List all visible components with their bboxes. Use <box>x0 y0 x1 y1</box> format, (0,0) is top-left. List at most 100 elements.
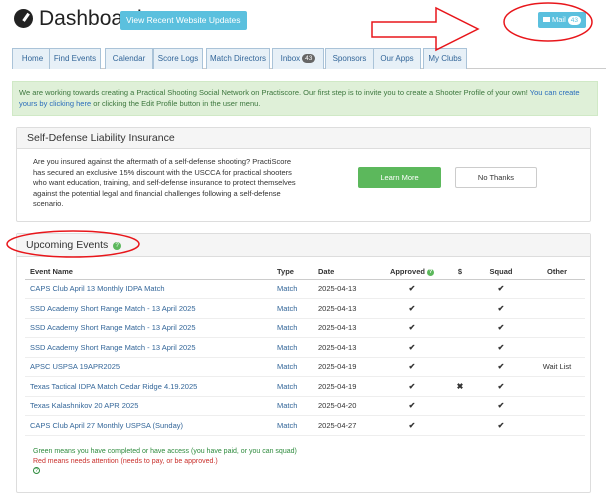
help-icon[interactable]: ? <box>113 242 122 250</box>
col-squad: Squad <box>473 265 529 280</box>
legend-green-word: Green <box>33 448 53 455</box>
profile-alert: We are working towards creating a Practi… <box>12 81 598 116</box>
event-type-link[interactable]: Match <box>272 279 313 299</box>
event-name-link[interactable]: CAPS Club April 27 Monthly USPSA (Sunday… <box>25 415 272 436</box>
paid-status-icon: ✖ <box>447 376 473 397</box>
col-event-name: Event Name <box>25 265 272 280</box>
upcoming-events-panel: Upcoming Events ? Event Name Type Date A… <box>16 233 591 493</box>
col-paid: $ <box>447 265 473 280</box>
squad-status-icon: ✔ <box>473 396 529 416</box>
approved-status-icon: ✔ <box>377 279 447 299</box>
table-row[interactable]: CAPS Club April 13 Monthly IDPA Match Mat… <box>25 279 585 299</box>
event-name-link[interactable]: APSC USPSA 19APR2025 <box>25 357 272 377</box>
event-name-link[interactable]: SSD Academy Short Range Match - 13 April… <box>25 298 272 319</box>
table-row[interactable]: APSC USPSA 19APR2025 Match 2025-04-19 ✔ ✔ Wai… <box>25 357 585 377</box>
approved-status-icon: ✔ <box>377 415 447 436</box>
event-date: 2025-04-13 <box>313 279 377 299</box>
event-date: 2025-04-19 <box>313 357 377 377</box>
page-header: Dashboard View Recent Website Updates Ma… <box>0 0 606 40</box>
approved-status-icon: ✔ <box>377 396 447 416</box>
event-date: 2025-04-13 <box>313 298 377 319</box>
event-type-link[interactable]: Match <box>272 318 313 338</box>
tab-label: Sponsors <box>332 54 367 63</box>
tab-label: Match Directors <box>209 54 266 63</box>
tab-inbox[interactable]: Inbox 43 <box>272 48 324 69</box>
event-type-link[interactable]: Match <box>272 337 313 358</box>
paid-status-icon <box>447 415 473 436</box>
table-row[interactable]: SSD Academy Short Range Match - 13 April… <box>25 318 585 338</box>
event-type-link[interactable]: Match <box>272 376 313 397</box>
other-status <box>529 376 585 397</box>
event-type-link[interactable]: Match <box>272 357 313 377</box>
tab-label: Calendar <box>112 54 146 63</box>
tab-find-events[interactable]: Find Events <box>49 48 101 69</box>
other-status <box>529 318 585 338</box>
paid-status-icon <box>447 357 473 377</box>
status-legend: Green means you have completed or have a… <box>33 447 297 476</box>
squad-status-icon: ✔ <box>473 298 529 319</box>
mail-label: Mail <box>552 15 566 24</box>
tab-sponsors[interactable]: Sponsors <box>325 48 374 69</box>
paid-status-icon <box>447 298 473 319</box>
other-status <box>529 415 585 436</box>
event-name-link[interactable]: SSD Academy Short Range Match - 13 April… <box>25 337 272 358</box>
table-row[interactable]: Texas Kalashnikov 20 APR 2025 Match 2025-0… <box>25 396 585 416</box>
view-updates-button[interactable]: View Recent Website Updates <box>120 11 247 30</box>
approved-status-icon: ✔ <box>377 318 447 338</box>
tab-label: Our Apps <box>380 54 414 63</box>
table-row[interactable]: SSD Academy Short Range Match - 13 April… <box>25 298 585 319</box>
tab-label: Find Events <box>53 54 97 63</box>
insurance-title: Self-Defense Liability Insurance <box>17 128 590 149</box>
squad-status-icon: ✔ <box>473 415 529 436</box>
no-thanks-button[interactable]: No Thanks <box>455 167 537 188</box>
tab-label: Score Logs <box>157 54 199 63</box>
other-status: Wait List <box>529 357 585 377</box>
event-date: 2025-04-27 <box>313 415 377 436</box>
tab-score-logs[interactable]: Score Logs <box>153 48 203 69</box>
alert-text: We are working towards creating a Practi… <box>19 88 530 97</box>
inbox-count-badge: 43 <box>302 54 316 63</box>
event-date: 2025-04-20 <box>313 396 377 416</box>
approved-status-icon: ✔ <box>377 376 447 397</box>
event-date: 2025-04-13 <box>313 337 377 358</box>
table-row[interactable]: Texas Tactical IDPA Match Cedar Ridge 4.… <box>25 376 585 397</box>
tab-calendar[interactable]: Calendar <box>105 48 153 69</box>
paid-status-icon <box>447 279 473 299</box>
table-row[interactable]: CAPS Club April 27 Monthly USPSA (Sunday… <box>25 415 585 436</box>
learn-more-button[interactable]: Learn More <box>358 167 441 188</box>
tab-my-clubs[interactable]: My Clubs <box>423 48 467 69</box>
event-date: 2025-04-19 <box>313 376 377 397</box>
event-type-link[interactable]: Match <box>272 396 313 416</box>
col-date: Date <box>313 265 377 280</box>
event-name-link[interactable]: Texas Tactical IDPA Match Cedar Ridge 4.… <box>25 376 272 397</box>
envelope-icon <box>543 17 550 22</box>
mail-button[interactable]: Mail 43 <box>538 12 586 28</box>
tab-match-directors[interactable]: Match Directors <box>206 48 270 69</box>
tab-label: Home <box>21 54 44 63</box>
help-icon[interactable]: ? <box>33 467 40 474</box>
approved-status-icon: ✔ <box>377 298 447 319</box>
other-status <box>529 396 585 416</box>
legend-red-text: means needs attention (needs to pay, or … <box>45 457 218 465</box>
squad-status-icon: ✔ <box>473 279 529 299</box>
tab-our-apps[interactable]: Our Apps <box>373 48 421 69</box>
tab-home[interactable]: Home <box>12 48 53 69</box>
event-name-link[interactable]: CAPS Club April 13 Monthly IDPA Match <box>25 279 272 299</box>
event-name-link[interactable]: SSD Academy Short Range Match - 13 April… <box>25 318 272 338</box>
col-other: Other <box>529 265 585 280</box>
alert-text-end: or clicking the Edit Profile button in t… <box>91 99 261 108</box>
approved-status-icon: ✔ <box>377 357 447 377</box>
other-status <box>529 298 585 319</box>
col-approved: Approved ? <box>377 265 447 280</box>
event-type-link[interactable]: Match <box>272 415 313 436</box>
table-row[interactable]: SSD Academy Short Range Match - 13 April… <box>25 337 585 358</box>
upcoming-events-heading: Upcoming Events ? <box>17 234 590 257</box>
paid-status-icon <box>447 318 473 338</box>
help-icon[interactable]: ? <box>427 269 435 277</box>
insurance-panel: Self-Defense Liability Insurance Are you… <box>16 127 591 222</box>
event-type-link[interactable]: Match <box>272 298 313 319</box>
approved-status-icon: ✔ <box>377 337 447 358</box>
other-status <box>529 279 585 299</box>
legend-green-text: means you have completed or have access … <box>52 448 297 455</box>
event-name-link[interactable]: Texas Kalashnikov 20 APR 2025 <box>25 396 272 416</box>
